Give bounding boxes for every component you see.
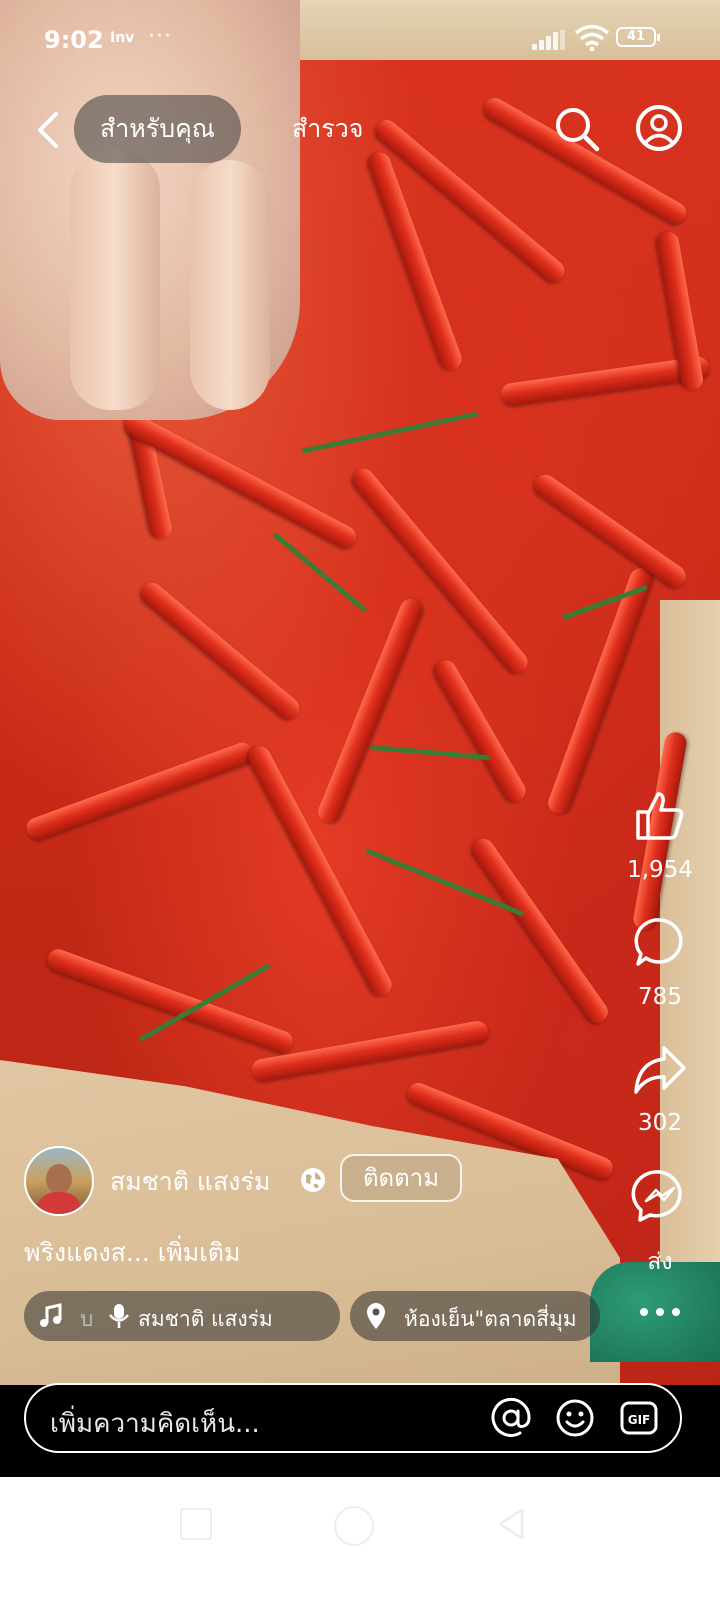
status-time: 9:02 bbox=[44, 26, 104, 54]
location-pill[interactable]: ห้องเย็น"ตลาดสี่มุม bbox=[350, 1291, 600, 1341]
microphone-icon bbox=[109, 1304, 129, 1328]
location-pin-icon bbox=[367, 1303, 385, 1329]
like-count: 1,954 bbox=[627, 857, 693, 883]
emoji-icon[interactable] bbox=[554, 1397, 596, 1439]
avatar-face bbox=[46, 1164, 72, 1194]
back-icon[interactable] bbox=[30, 108, 70, 152]
music-name: สมชาติ แสงร่ม bbox=[138, 1307, 273, 1331]
wifi-icon bbox=[574, 24, 610, 52]
follow-button[interactable]: ติดตาม bbox=[340, 1154, 462, 1202]
back-nav-button[interactable] bbox=[494, 1506, 528, 1542]
send-label: ส่ง bbox=[647, 1249, 673, 1275]
pepper bbox=[136, 578, 304, 724]
home-button[interactable] bbox=[334, 1506, 374, 1546]
author-avatar[interactable] bbox=[24, 1146, 94, 1216]
share-icon[interactable] bbox=[630, 1040, 690, 1100]
carrier-icon: Inv bbox=[110, 30, 135, 46]
tab-explore[interactable]: สำรวจ bbox=[292, 95, 363, 163]
post-caption[interactable]: พริงแดงส... เพิ่มเติม bbox=[24, 1233, 240, 1273]
avatar-shirt bbox=[36, 1192, 82, 1214]
pepper bbox=[244, 742, 396, 1000]
like-icon[interactable] bbox=[630, 786, 690, 846]
signal-icon bbox=[532, 30, 566, 50]
search-icon[interactable] bbox=[552, 104, 602, 154]
status-bar: 9:02 Inv ··· 41 bbox=[0, 0, 720, 80]
comment-icon[interactable] bbox=[630, 912, 690, 972]
music-note-icon bbox=[40, 1303, 62, 1327]
mention-icon[interactable] bbox=[490, 1397, 532, 1439]
gif-icon[interactable]: GIF bbox=[618, 1397, 660, 1439]
pepper bbox=[23, 739, 257, 843]
share-count: 302 bbox=[638, 1110, 682, 1136]
battery-icon: 41 bbox=[616, 27, 660, 47]
svg-text:GIF: GIF bbox=[628, 1413, 651, 1427]
pepper bbox=[430, 656, 530, 806]
recent-apps-button[interactable] bbox=[180, 1508, 212, 1540]
pepper bbox=[348, 464, 532, 678]
pepper-stem bbox=[370, 744, 490, 761]
tab-for-you[interactable]: สำหรับคุณ bbox=[74, 95, 241, 163]
pepper-stem bbox=[301, 411, 479, 454]
more-options-icon[interactable] bbox=[630, 1282, 690, 1342]
pepper bbox=[314, 595, 426, 827]
globe-icon bbox=[301, 1168, 325, 1192]
comment-placeholder: เพิ่มความคิดเห็น... bbox=[50, 1409, 260, 1439]
music-pill[interactable]: บ สมชาติ แสงร่ม bbox=[24, 1291, 340, 1341]
finger bbox=[190, 160, 270, 410]
pepper bbox=[44, 946, 296, 1056]
profile-icon[interactable] bbox=[634, 103, 684, 153]
location-text: ห้องเย็น"ตลาดสี่มุม bbox=[404, 1307, 577, 1331]
comment-count: 785 bbox=[638, 984, 682, 1010]
music-scroll-text: บ bbox=[80, 1307, 94, 1331]
pepper bbox=[529, 470, 691, 592]
finger bbox=[70, 150, 160, 410]
author-name[interactable]: สมชาติ แสงร่ม bbox=[110, 1162, 270, 1202]
messenger-icon[interactable] bbox=[630, 1166, 690, 1226]
pepper bbox=[467, 834, 613, 1028]
more-notifications-icon: ··· bbox=[148, 24, 172, 49]
